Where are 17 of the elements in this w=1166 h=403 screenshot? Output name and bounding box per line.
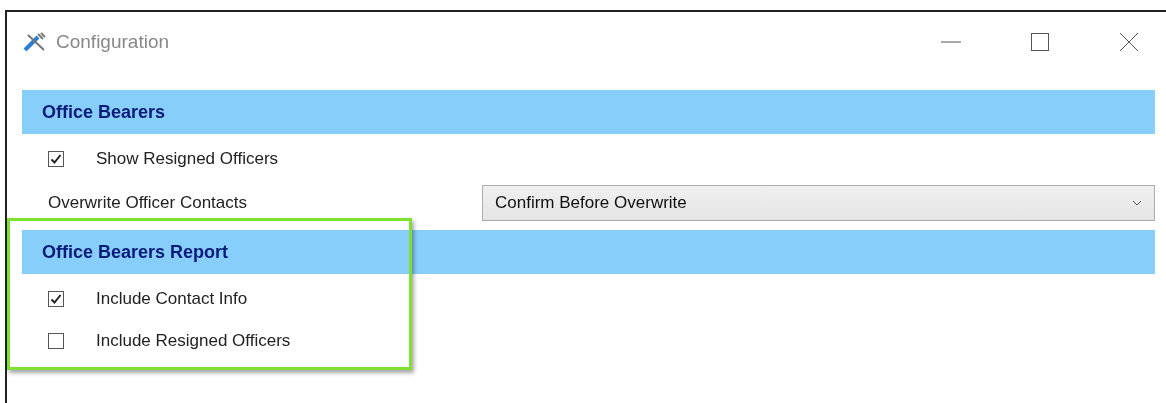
window-title: Configuration	[56, 29, 170, 54]
section-header: Office Bearers Report	[22, 230, 1155, 274]
section-header: Office Bearers	[22, 90, 1155, 134]
checkbox-label: Show Resigned Officers	[96, 148, 279, 171]
checkbox[interactable]	[48, 291, 64, 307]
tools-icon	[22, 31, 48, 53]
dropdown[interactable]: Confirm Before Overwrite	[482, 185, 1155, 221]
field-label: Overwrite Officer Contacts	[48, 192, 249, 215]
maximize-icon[interactable]	[1031, 33, 1049, 51]
checkbox-label: Include Resigned Officers	[96, 330, 291, 353]
check-icon	[50, 153, 62, 165]
check-icon	[50, 293, 62, 305]
close-icon[interactable]	[1119, 32, 1139, 52]
checkbox[interactable]	[48, 333, 64, 349]
checkbox-label: Include Contact Info	[96, 288, 248, 311]
checkbox[interactable]	[48, 151, 64, 167]
chevron-down-icon	[1132, 200, 1142, 206]
